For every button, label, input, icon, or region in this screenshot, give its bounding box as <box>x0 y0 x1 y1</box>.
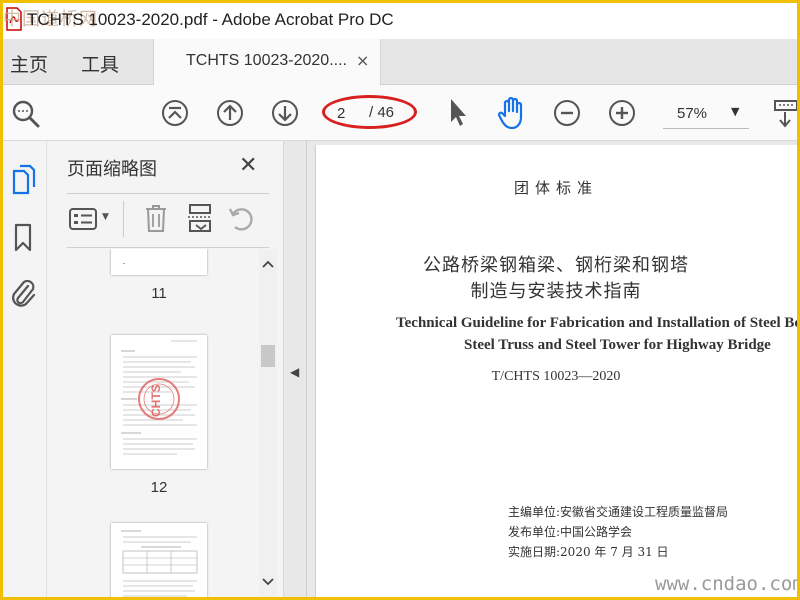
scrollbar-thumb[interactable] <box>261 345 275 367</box>
tab-close-button[interactable]: × <box>356 51 369 70</box>
thumbnail-options-button[interactable]: ▼ <box>69 203 113 235</box>
site-watermark: www.cndao.com <box>655 573 797 595</box>
acrobat-window: 中国道桥网 TCHTS 10023-2020.pdf - Adobe Acrob… <box>3 3 797 597</box>
chevron-down-icon: ▼ <box>102 212 109 222</box>
rotate-icon[interactable] <box>227 205 255 233</box>
thumbnail-panel: 页面缩略图 ✕ ▼ 11 CHTS 12 <box>47 141 283 597</box>
attachment-icon[interactable] <box>9 277 37 309</box>
title-bar: 中国道桥网 TCHTS 10023-2020.pdf - Adobe Acrob… <box>3 3 797 39</box>
tab-tools[interactable]: 工具 <box>81 50 119 77</box>
panel-title: 页面缩略图 <box>67 159 157 180</box>
highlight-ellipse <box>322 95 417 129</box>
divider <box>67 247 269 248</box>
next-page-icon[interactable] <box>271 99 299 127</box>
previous-page-icon[interactable] <box>216 99 244 127</box>
document-title-cn: 公路桥梁钢箱梁、钢桁梁和钢塔 <box>423 255 689 276</box>
select-tool-icon[interactable] <box>447 97 469 129</box>
editor-unit: 主编单位:安徽省交通建设工程质量监督局 <box>508 505 729 519</box>
find-text-icon[interactable] <box>11 99 41 129</box>
page-navigator: / 46 <box>322 95 417 129</box>
tab-document[interactable]: TCHTS 10023-2020.... × <box>153 39 381 85</box>
document-title-en-line2: Steel Truss and Steel Tower for Highway … <box>464 337 771 353</box>
bookmark-icon[interactable] <box>13 223 33 253</box>
publisher-unit: 发布单位:中国公路学会 <box>508 525 633 539</box>
first-page-icon[interactable] <box>161 99 189 127</box>
page-thumbnail-label: 12 <box>150 479 168 496</box>
panel-collapse-strip[interactable]: ◀ <box>283 141 307 597</box>
zoom-dropdown[interactable]: 57% ▼ <box>663 99 749 129</box>
collapse-arrow-icon[interactable]: ◀ <box>290 365 299 379</box>
thumbnail-scrollbar[interactable] <box>259 249 277 597</box>
divider <box>67 193 269 194</box>
page-thumbnail-label: 11 <box>151 285 167 302</box>
trash-icon[interactable] <box>143 203 169 233</box>
insert-page-icon[interactable] <box>187 203 213 233</box>
document-view[interactable]: 团体标准 公路桥梁钢箱梁、钢桁梁和钢塔 制造与安装技术指南 Technical … <box>307 141 797 597</box>
page-thumbnail[interactable] <box>111 249 207 275</box>
tab-bar: 主页 工具 TCHTS 10023-2020.... × <box>3 39 797 85</box>
stamp-text: CHTS <box>149 384 163 417</box>
tab-document-label: TCHTS 10023-2020.... <box>186 52 347 69</box>
window-title: TCHTS 10023-2020.pdf - Adobe Acrobat Pro… <box>27 10 394 29</box>
thumbnail-list[interactable]: 11 CHTS 12 <box>67 249 277 597</box>
document-category: 团体标准 <box>513 179 598 197</box>
document-code: T/CHTS 10023—2020 <box>491 369 621 384</box>
page-preview <box>121 530 198 597</box>
divider <box>123 201 124 237</box>
tab-home[interactable]: 主页 <box>10 50 48 77</box>
document-title-cn-line2: 制造与安装技术指南 <box>470 281 642 302</box>
panel-close-button[interactable]: ✕ <box>239 153 257 178</box>
main-toolbar: / 46 57% ▼ <box>3 85 797 141</box>
effective-date: 实施日期:2020 年 7 月 31 日 <box>508 545 669 559</box>
hand-tool-icon[interactable] <box>497 95 529 131</box>
navigation-rail <box>3 141 47 597</box>
page-thumbnail[interactable] <box>111 523 207 597</box>
pdf-page: 团体标准 公路桥梁钢箱梁、钢桁梁和钢塔 制造与安装技术指南 Technical … <box>315 145 797 597</box>
chevron-down-icon: ▼ <box>731 105 740 118</box>
page-thumbnails-icon[interactable] <box>11 163 37 195</box>
chevron-down-icon[interactable] <box>262 577 274 587</box>
list-options-icon <box>69 208 97 230</box>
document-title-en: Technical Guideline for Fabrication and … <box>396 315 797 331</box>
zoom-value: 57% <box>677 105 708 122</box>
chevron-up-icon[interactable] <box>262 259 274 269</box>
page-thumbnail[interactable]: CHTS <box>111 335 207 469</box>
zoom-in-icon[interactable] <box>608 99 636 127</box>
zoom-out-icon[interactable] <box>553 99 581 127</box>
page-display-icon[interactable] <box>773 99 797 131</box>
